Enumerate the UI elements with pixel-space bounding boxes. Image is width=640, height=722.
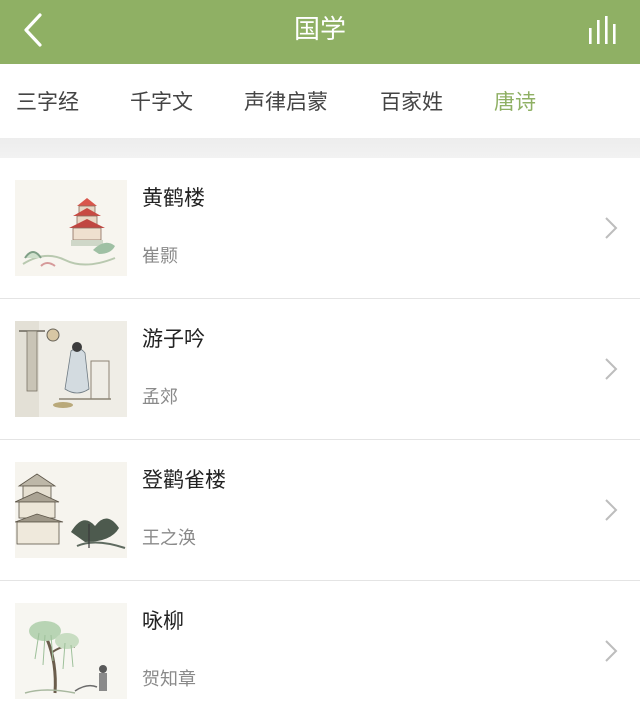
bar-chart-icon [589, 16, 616, 44]
page-title: 国学 [293, 15, 346, 45]
poem-author: 贺知章 [142, 669, 196, 690]
pagoda-landscape-painting [15, 180, 127, 276]
poem-list: 黄鹤楼 崔颢 游子吟 孟郊 登鹳雀楼 王之涣 咏柳 贺知章 [0, 158, 640, 722]
tower-pine-painting [14, 462, 127, 558]
chevron-right-icon [605, 358, 618, 380]
chevron-right-icon [605, 217, 618, 239]
poem-title: 咏柳 [142, 609, 184, 633]
list-item[interactable]: 游子吟 孟郊 [0, 299, 640, 440]
poem-thumbnail [14, 462, 127, 558]
category-tabs: 三字经 千字文 声律启蒙 百家姓 唐诗 [0, 64, 640, 138]
chevron-right-icon [605, 499, 618, 521]
tab-baijiaxing[interactable]: 百家姓 [380, 86, 443, 116]
chevron-right-icon [605, 640, 618, 662]
poem-title: 登鹳雀楼 [142, 468, 226, 492]
poem-thumbnail [15, 180, 127, 276]
stats-button[interactable] [586, 14, 622, 46]
mother-sewing-painting [15, 321, 127, 417]
list-item[interactable]: 登鹳雀楼 王之涣 [0, 440, 640, 581]
list-item[interactable]: 咏柳 贺知章 [0, 581, 640, 722]
tab-tangshi[interactable]: 唐诗 [494, 86, 536, 116]
poem-author: 崔颢 [142, 246, 178, 267]
app-header: 国学 [0, 0, 640, 64]
poem-author: 孟郊 [142, 387, 178, 408]
willow-tree-painting [15, 603, 127, 699]
tab-shenglvqimeng[interactable]: 声律启蒙 [244, 86, 328, 116]
poem-title: 黄鹤楼 [142, 186, 205, 210]
poem-thumbnail [15, 321, 127, 417]
tab-sanzijing[interactable]: 三字经 [16, 86, 79, 116]
list-item[interactable]: 黄鹤楼 崔颢 [0, 158, 640, 299]
poem-thumbnail [15, 603, 127, 699]
section-divider [0, 138, 640, 158]
poem-author: 王之涣 [142, 528, 196, 549]
tab-qianziwen[interactable]: 千字文 [130, 86, 193, 116]
poem-title: 游子吟 [142, 327, 205, 351]
